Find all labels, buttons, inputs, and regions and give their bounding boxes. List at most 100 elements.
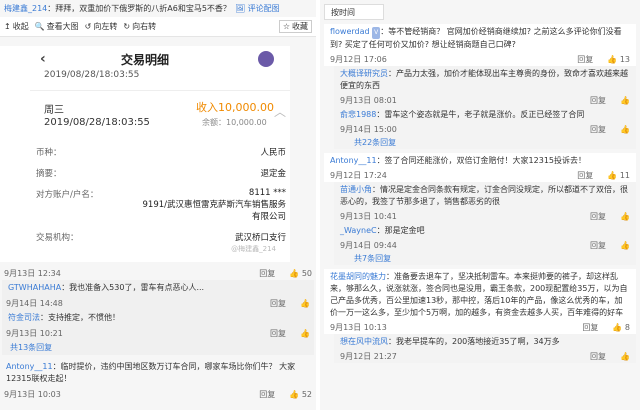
- reply-button[interactable]: 回复: [582, 322, 598, 333]
- reply-button[interactable]: 回复: [590, 124, 606, 135]
- sort-by-time-button[interactable]: 按时间: [324, 4, 384, 20]
- reply-text: ：我老早提车的，200落地接近35了啊，34万多: [388, 337, 560, 346]
- like-button[interactable]: 👍 50: [289, 269, 312, 278]
- reply-button[interactable]: 回复: [270, 328, 286, 339]
- reply-meta: 9月14日 15:00 回复 👍: [334, 123, 636, 136]
- detail-row: 交易机构： 武汉桥口支行: [36, 231, 286, 243]
- comment-time: 9月13日 10:13: [330, 323, 387, 332]
- headline-user[interactable]: 梅建鑫_214: [4, 4, 47, 13]
- comment-meta: 9月12日 17:06 回复 👍 13: [324, 53, 636, 66]
- like-count: 13: [619, 55, 630, 64]
- reply-user[interactable]: 俞悲1988: [340, 110, 376, 119]
- reply-item: 俞悲1988：雷车这个姿态就是牛，老子就是涨价。反正已经签了合同: [334, 107, 636, 123]
- reply-item: GTWHAHAHA：我也准备入530了，雷车有点恶心人...: [2, 280, 314, 296]
- collapse-icon: ↥: [4, 22, 11, 31]
- reply-button[interactable]: 回复: [259, 389, 275, 400]
- rotate-left-icon: ↺: [84, 22, 92, 31]
- more-replies-link[interactable]: 共13条回复: [2, 340, 314, 355]
- thumbs-up-icon[interactable]: 👍: [620, 241, 630, 250]
- image-comment-link[interactable]: 🖼 评论配图: [235, 4, 280, 13]
- thumbs-up-icon: 👍: [612, 323, 623, 332]
- reply-user[interactable]: 大概译研究员: [340, 69, 388, 78]
- like-button[interactable]: 👍 11: [607, 171, 630, 180]
- detail-key: 交易机构：: [36, 233, 79, 243]
- reply-meta: 9月14日 09:44 回复 👍: [334, 239, 636, 252]
- reply-meta: 9月13日 10:41 回复 👍: [334, 210, 636, 223]
- reply-time: 9月13日 10:41: [340, 212, 397, 221]
- reply-meta: 9月13日 10:21 回复 👍: [2, 326, 314, 340]
- reply-button[interactable]: 回复: [577, 170, 593, 181]
- like-count: 11: [619, 171, 630, 180]
- thumbs-up-icon[interactable]: 👍: [620, 125, 630, 134]
- thumbs-up-icon[interactable]: 👍: [300, 329, 310, 338]
- reply-time: 9月13日 08:01: [340, 96, 397, 105]
- reply-text: ：情况是定金合同条款有规定，订金合同没规定，所以都道不了双倍，很恶心的，我签了节…: [340, 185, 628, 206]
- reply-list: 大概译研究员：产品力太强，加价才能体现出车主尊贵的身份，致命才喜欢越来越便宜的东…: [334, 66, 636, 136]
- reply-user[interactable]: 苗通小角: [340, 185, 372, 194]
- collapse-button[interactable]: ↥ 收起: [4, 21, 29, 32]
- detail-key: 对方账户/户名：: [36, 190, 99, 200]
- reply-button[interactable]: 回复: [577, 54, 593, 65]
- image-comment-label: 评论配图: [247, 4, 280, 13]
- comment-item: Antony__11：签了合同还能涨价，双倍订金赔付！大家12315投诉去！ 9…: [324, 153, 636, 182]
- comment-user[interactable]: flowerdad: [330, 27, 370, 36]
- screenshot-title: 交易明细: [120, 52, 169, 67]
- reply-user[interactable]: GTWHAHAHA: [8, 283, 61, 292]
- star-icon: ☆: [282, 22, 290, 31]
- like-button[interactable]: 👍 52: [289, 390, 312, 399]
- reply-item: 苗通小角：情况是定金合同条款有规定，订金合同没规定，所以都道不了双倍，很恶心的，…: [334, 182, 636, 210]
- comment-user[interactable]: 花墨胡同的魅力: [330, 272, 386, 281]
- comment-time: 9月13日 10:03: [4, 389, 61, 399]
- thumbs-up-icon[interactable]: 👍: [300, 299, 310, 308]
- back-arrow-icon: ‹: [40, 51, 46, 67]
- comment-meta: 9月13日 10:03 回复 👍 52: [0, 387, 316, 401]
- like-count: 52: [301, 389, 312, 399]
- balance: 余额：10,000.00: [202, 118, 267, 127]
- reply-button[interactable]: 回复: [259, 268, 275, 279]
- reply-user[interactable]: 符金司法: [8, 313, 40, 322]
- like-button[interactable]: 👍 8: [612, 323, 630, 332]
- reply-list: GTWHAHAHA：我也准备入530了，雷车有点恶心人... 9月14日 14:…: [2, 280, 314, 355]
- thumbs-up-icon[interactable]: 👍: [620, 96, 630, 105]
- image-toolbar: ↥ 收起 🔍 查看大图 ↺ 向左转 ↻ 向右转 ☆ 收藏: [0, 17, 316, 37]
- comment-time: 9月12日 17:06: [330, 55, 387, 64]
- transaction-detail: 币种： 人民币 摘要： 退定金 对方账户/户名： 8111 *** 9191/武汉惠恒…: [36, 146, 286, 252]
- reply-user[interactable]: _WayneC: [340, 226, 377, 235]
- comment-user[interactable]: Antony__11: [6, 362, 53, 371]
- view-large-button[interactable]: 🔍 查看大图: [35, 21, 79, 32]
- collapse-label: 收起: [12, 22, 29, 31]
- rotate-right-label: 向右转: [132, 22, 157, 31]
- reply-button[interactable]: 回复: [590, 211, 606, 222]
- thumbs-up-icon[interactable]: 👍: [620, 352, 630, 361]
- reply-button[interactable]: 回复: [590, 240, 606, 251]
- thumbs-up-icon[interactable]: 👍: [620, 212, 630, 221]
- rotate-left-button[interactable]: ↺ 向左转: [85, 21, 118, 32]
- chevron-up-icon: ︿: [273, 105, 286, 119]
- more-replies-link[interactable]: 共22条回复: [334, 136, 636, 149]
- detail-key: 币种：: [36, 148, 62, 158]
- reply-button[interactable]: 回复: [590, 351, 606, 362]
- reply-time: 9月12日 21:27: [340, 352, 397, 361]
- detail-row: 对方账户/户名： 8111 *** 9191/武汉惠恒雷克萨斯汽车销售服务有限公司: [36, 188, 286, 222]
- favorite-button[interactable]: ☆ 收藏: [278, 20, 312, 33]
- like-button[interactable]: 👍 13: [607, 55, 630, 64]
- zoom-icon: 🔍: [34, 22, 45, 31]
- reply-meta: 9月14日 14:48 回复 👍: [2, 296, 314, 310]
- reply-meta: 9月13日 08:01 回复 👍: [334, 94, 636, 107]
- more-replies-link[interactable]: 共7条回复: [334, 252, 636, 265]
- transaction-card: 周三 2019/08/28/18:03:55 收入10,000.00 余额：10…: [30, 90, 290, 140]
- transaction-datetime: 2019/08/28/18:03:55: [44, 117, 150, 128]
- detail-row: 币种： 人民币: [36, 146, 286, 158]
- reply-user[interactable]: 想在风中流风: [340, 337, 388, 346]
- comment-user[interactable]: Antony__11: [330, 156, 377, 165]
- reply-button[interactable]: 回复: [270, 298, 286, 309]
- rotate-right-button[interactable]: ↻ 向右转: [123, 21, 156, 32]
- income-amount: 收入10,000.00: [196, 101, 274, 114]
- like-count: 8: [624, 323, 630, 332]
- transaction-screenshot[interactable]: ‹ 交易明细 2019/08/28/18:03:55 周三 2019/08/28…: [0, 46, 290, 262]
- headline: 梅建鑫_214：拜拜，双重加价下俄罗斯的八折A6和宝马5不香？ 🖼 评论配图: [0, 0, 316, 17]
- reply-button[interactable]: 回复: [590, 95, 606, 106]
- comment-meta: 9月12日 17:24 回复 👍 11: [324, 169, 636, 182]
- avatar: [258, 51, 274, 67]
- comment-item: flowerdad V ：等不管经销商？ 官网加价经销商继续加? 之前这么多评论你…: [324, 24, 636, 66]
